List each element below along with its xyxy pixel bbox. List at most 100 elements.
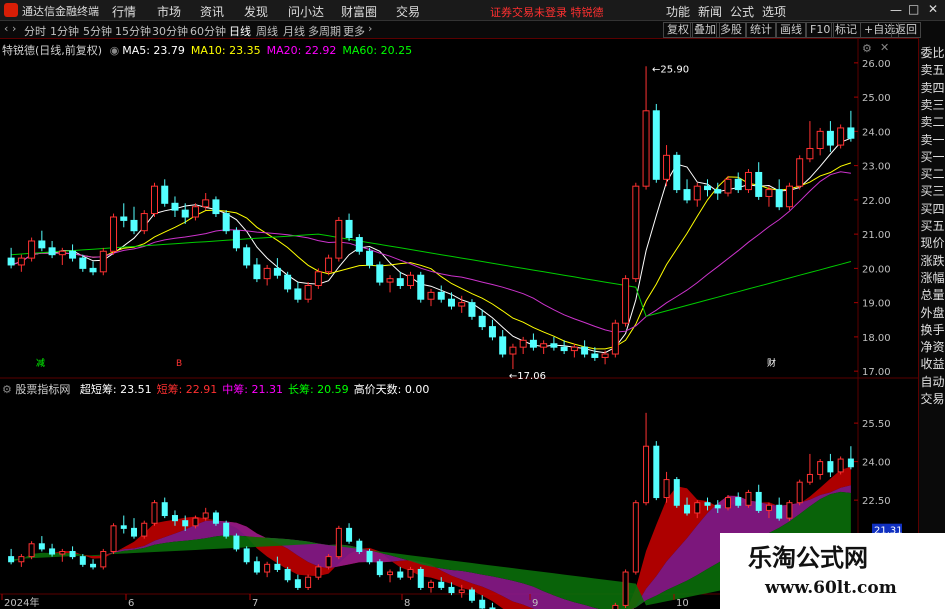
toolbar-button[interactable]: 统计 bbox=[746, 22, 776, 38]
candle-body[interactable] bbox=[847, 127, 855, 139]
candle-body[interactable] bbox=[110, 216, 118, 252]
candle-body[interactable] bbox=[724, 178, 732, 194]
menu-item[interactable]: 市场 bbox=[157, 3, 181, 20]
candle-body[interactable] bbox=[69, 250, 77, 259]
candle-body[interactable] bbox=[550, 343, 558, 348]
candle-body[interactable] bbox=[488, 326, 496, 338]
candle-body[interactable] bbox=[816, 130, 824, 149]
candle-body[interactable] bbox=[376, 264, 384, 283]
minimize-icon[interactable]: — bbox=[890, 3, 902, 17]
menu-item[interactable]: 资讯 bbox=[200, 3, 224, 20]
period-tab[interactable]: 60分钟 bbox=[190, 23, 226, 39]
period-tab[interactable]: 30分钟 bbox=[152, 23, 188, 39]
quote-panel-label[interactable]: 卖​五 bbox=[919, 63, 945, 78]
candle-body[interactable] bbox=[366, 250, 374, 266]
candle-body[interactable] bbox=[447, 298, 455, 307]
event-tag[interactable]: 减 bbox=[36, 357, 45, 369]
quote-panel-label[interactable]: 买​二 bbox=[919, 167, 945, 182]
candle-body[interactable] bbox=[79, 257, 87, 269]
candle-body[interactable] bbox=[806, 147, 814, 160]
candle-body[interactable] bbox=[744, 171, 752, 191]
candle-body[interactable] bbox=[386, 278, 394, 283]
quote-panel-label[interactable]: 卖​三 bbox=[919, 98, 945, 113]
candle-body[interactable] bbox=[120, 216, 128, 221]
candle-body[interactable] bbox=[529, 339, 537, 348]
candle-body[interactable] bbox=[99, 250, 107, 273]
candle-body[interactable] bbox=[335, 219, 343, 259]
quote-panel-label[interactable]: 外​盘 bbox=[919, 306, 945, 321]
candle-body[interactable] bbox=[468, 302, 476, 317]
menu-item[interactable]: 交易 bbox=[396, 3, 420, 20]
candle-body[interactable] bbox=[28, 240, 36, 259]
toolbar-button[interactable]: 标记 bbox=[831, 22, 861, 38]
candle-body[interactable] bbox=[734, 178, 742, 191]
candle-body[interactable] bbox=[89, 267, 97, 273]
candle-body[interactable] bbox=[191, 206, 199, 218]
candle-body[interactable] bbox=[396, 278, 404, 287]
menu-item[interactable]: 行情 bbox=[112, 3, 136, 20]
event-tag[interactable]: 财 bbox=[767, 357, 776, 369]
toolbar-button[interactable]: 复权 bbox=[663, 22, 693, 38]
toolbar-button[interactable]: 返回 bbox=[891, 22, 921, 38]
candle-body[interactable] bbox=[284, 274, 292, 290]
period-tab[interactable]: 更多 bbox=[343, 23, 365, 39]
candle-body[interactable] bbox=[693, 185, 701, 201]
period-tab[interactable]: 日线 bbox=[229, 23, 251, 39]
period-tab[interactable]: 5分钟 bbox=[83, 23, 112, 39]
candle-body[interactable] bbox=[48, 247, 56, 256]
period-tab[interactable]: 分时 bbox=[24, 23, 46, 39]
quote-panel-label[interactable]: 现​价 bbox=[919, 236, 945, 251]
candle-body[interactable] bbox=[253, 264, 261, 280]
period-tab[interactable]: 15分钟 bbox=[115, 23, 151, 39]
toolbar-button[interactable]: 多股 bbox=[716, 22, 746, 38]
candle-body[interactable] bbox=[7, 257, 15, 266]
period-tab[interactable]: 1分钟 bbox=[50, 23, 79, 39]
candle-body[interactable] bbox=[407, 274, 415, 287]
quote-panel-label[interactable]: 收​益 bbox=[919, 357, 945, 372]
quote-panel-label[interactable]: 净​资 bbox=[919, 340, 945, 355]
quote-panel-label[interactable]: 买​一 bbox=[919, 150, 945, 165]
event-tag[interactable]: B bbox=[176, 359, 182, 369]
quote-panel-label[interactable]: 换​手 bbox=[919, 323, 945, 338]
candle-body[interactable] bbox=[540, 343, 548, 348]
period-tab[interactable]: 月线 bbox=[283, 23, 305, 39]
candle-body[interactable] bbox=[458, 302, 466, 307]
candle-body[interactable] bbox=[314, 271, 322, 287]
candle-body[interactable] bbox=[683, 189, 691, 201]
right-menu-item[interactable]: 公式 bbox=[730, 3, 754, 20]
candle-body[interactable] bbox=[202, 199, 210, 208]
candle-body[interactable] bbox=[130, 219, 138, 232]
chart-close-icon[interactable]: ✕ bbox=[880, 41, 889, 54]
candle-body[interactable] bbox=[243, 247, 251, 266]
candle-body[interactable] bbox=[222, 213, 230, 232]
more-chevron-icon[interactable]: › bbox=[368, 22, 372, 35]
candle-body[interactable] bbox=[263, 267, 271, 280]
candle-body[interactable] bbox=[611, 322, 619, 355]
candle-body[interactable] bbox=[437, 291, 445, 300]
maximize-icon[interactable]: □ bbox=[908, 2, 919, 16]
menu-item[interactable]: 财富圈 bbox=[341, 3, 377, 20]
candle-body[interactable] bbox=[417, 274, 425, 300]
candle-body[interactable] bbox=[622, 278, 630, 324]
quote-panel-label[interactable]: 买​四 bbox=[919, 202, 945, 217]
close-icon[interactable]: ✕ bbox=[928, 2, 938, 16]
prev-arrow-icon[interactable]: ‹ bbox=[4, 22, 8, 35]
quote-panel-label[interactable]: 卖​四 bbox=[919, 81, 945, 96]
menu-item[interactable]: 发现 bbox=[244, 3, 268, 20]
gear-icon[interactable]: ⚙ bbox=[2, 383, 12, 396]
candle-body[interactable] bbox=[673, 154, 681, 191]
quote-panel-label[interactable]: 涨​跌 bbox=[919, 254, 945, 269]
quote-panel-label[interactable]: 涨​幅 bbox=[919, 271, 945, 286]
quote-panel-label[interactable]: 卖​二 bbox=[919, 115, 945, 130]
candle-body[interactable] bbox=[704, 185, 712, 191]
candle-body[interactable] bbox=[294, 288, 302, 300]
period-tab[interactable]: 周线 bbox=[256, 23, 278, 39]
candle-body[interactable] bbox=[714, 189, 722, 194]
candle-body[interactable] bbox=[140, 213, 148, 232]
quote-panel-label[interactable]: 自​动 bbox=[919, 375, 945, 390]
indicator-toggle-icon[interactable]: ◉ bbox=[110, 44, 120, 57]
candle-body[interactable] bbox=[325, 257, 333, 273]
candle-body[interactable] bbox=[652, 110, 660, 180]
candle-body[interactable] bbox=[478, 315, 486, 328]
candle-body[interactable] bbox=[837, 127, 845, 146]
